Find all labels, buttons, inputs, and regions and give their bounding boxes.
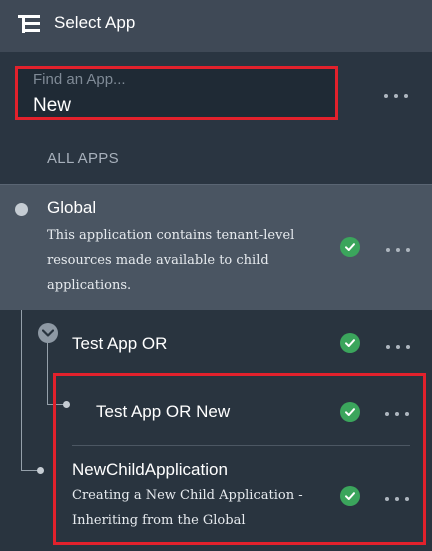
search-more-menu-button[interactable] [384,88,408,104]
highlight-box [53,373,426,545]
dot-icon [404,94,408,98]
dot-icon [406,345,410,349]
dot-icon [394,94,398,98]
row-more-menu-button[interactable] [386,242,410,258]
search-input[interactable] [33,94,313,118]
app-name: Test App OR [72,334,168,353]
app-name: Global [47,198,97,217]
app-row-global[interactable]: Global This application contains tenant-… [0,184,432,310]
dot-icon [406,248,410,252]
dot-icon [396,248,400,252]
dot-icon [396,345,400,349]
check-icon [340,333,360,353]
search-box[interactable]: Find an App... [15,66,338,120]
tree-node-dot [15,203,28,216]
check-icon [340,237,360,257]
dot-icon [384,94,388,98]
page-title: Select App [54,13,136,32]
app-selector-header: Select App [0,0,432,52]
search-placeholder: Find an App... [33,71,126,88]
app-row-test-app-or[interactable]: Test App OR [0,310,432,374]
tree-node-dot [37,467,44,474]
chevron-down-icon[interactable] [38,323,58,343]
section-label-all-apps: ALL APPS [47,150,119,167]
dot-icon [386,248,390,252]
search-area: Find an App... ALL APPS [0,52,432,184]
row-more-menu-button[interactable] [386,339,410,355]
dot-icon [386,345,390,349]
app-list-icon [18,14,42,34]
app-description: This application contains tenant-level r… [47,228,295,293]
